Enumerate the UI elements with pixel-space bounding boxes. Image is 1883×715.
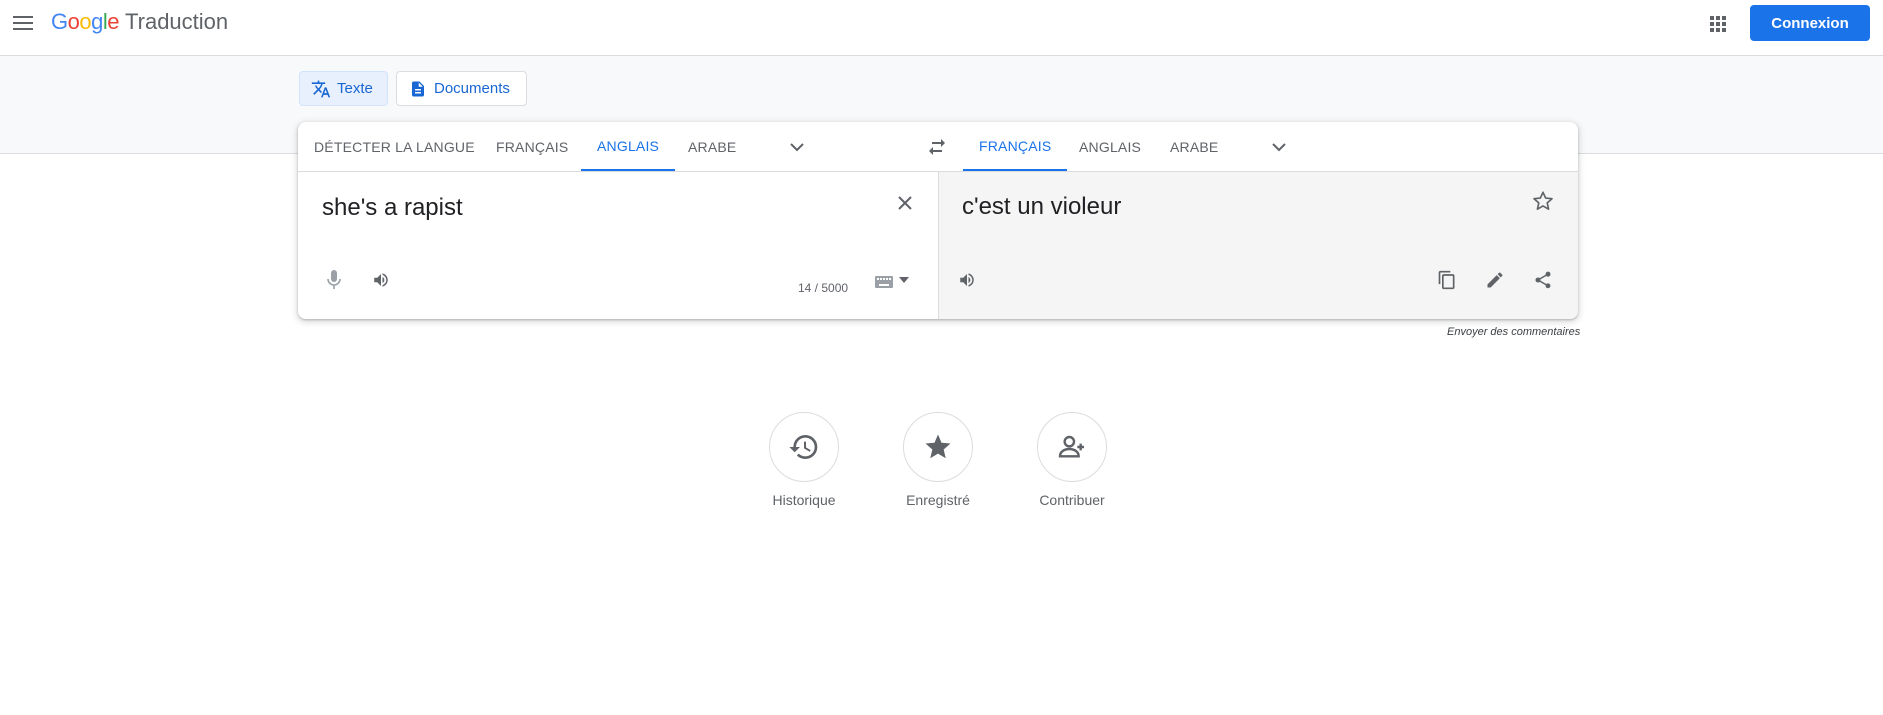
- menu-icon[interactable]: [10, 10, 36, 36]
- translation-card: DÉTECTER LA LANGUE FRANÇAIS ANGLAIS ARAB…: [298, 122, 1578, 319]
- send-feedback-link[interactable]: Envoyer des commentaires: [1447, 326, 1580, 338]
- tab-source-arabic[interactable]: ARABE: [672, 122, 752, 171]
- contribute-label: Contribuer: [1039, 492, 1105, 508]
- google-wordmark: Google: [51, 9, 120, 34]
- contribute-icon: [1037, 412, 1107, 482]
- history-icon: [769, 412, 839, 482]
- history-button[interactable]: Historique: [744, 412, 864, 508]
- tab-source-detect[interactable]: DÉTECTER LA LANGUE: [298, 122, 491, 171]
- source-listen-icon[interactable]: [367, 266, 395, 294]
- source-lang-dropdown-icon[interactable]: [784, 134, 810, 160]
- save-translation-star-icon[interactable]: [1529, 187, 1557, 215]
- swap-languages-icon[interactable]: [924, 134, 950, 160]
- clear-source-icon[interactable]: [891, 189, 919, 217]
- star-icon: [903, 412, 973, 482]
- character-count: 14 / 5000: [798, 281, 849, 295]
- saved-label: Enregistré: [906, 492, 970, 508]
- contribute-button[interactable]: Contribuer: [1012, 412, 1132, 508]
- tab-target-english[interactable]: ANGLAIS: [1063, 122, 1157, 171]
- product-name: Traduction: [125, 9, 229, 34]
- translation-output: c'est un violeur: [962, 193, 1122, 220]
- input-tools-dropdown-icon[interactable]: [894, 266, 914, 294]
- source-pane: she's a rapist 14 / 5000: [298, 172, 938, 319]
- mode-text-button[interactable]: Texte: [299, 71, 388, 106]
- apps-grid-icon[interactable]: [1705, 11, 1731, 37]
- target-listen-icon[interactable]: [953, 266, 981, 294]
- tab-source-english[interactable]: ANGLAIS: [581, 122, 676, 171]
- saved-button[interactable]: Enregistré: [878, 412, 998, 508]
- microphone-icon[interactable]: [320, 266, 348, 294]
- mode-documents-button[interactable]: Documents: [396, 71, 527, 106]
- document-icon: [408, 79, 428, 99]
- mode-documents-label: Documents: [434, 80, 510, 97]
- edit-pencil-icon[interactable]: [1481, 266, 1509, 294]
- app-header: Google Traduction Connexion: [0, 0, 1883, 56]
- tab-target-arabic[interactable]: ARABE: [1154, 122, 1234, 171]
- copy-icon[interactable]: [1433, 266, 1461, 294]
- share-icon[interactable]: [1529, 266, 1557, 294]
- target-lang-dropdown-icon[interactable]: [1266, 134, 1292, 160]
- language-bar: DÉTECTER LA LANGUE FRANÇAIS ANGLAIS ARAB…: [298, 122, 1578, 172]
- signin-button[interactable]: Connexion: [1750, 5, 1870, 41]
- target-pane: c'est un violeur: [938, 172, 1578, 319]
- tab-target-french[interactable]: FRANÇAIS: [963, 122, 1068, 171]
- translate-icon: [311, 79, 331, 99]
- mode-text-label: Texte: [337, 80, 373, 97]
- source-text-input[interactable]: she's a rapist: [322, 194, 463, 222]
- tab-source-french[interactable]: FRANÇAIS: [480, 122, 584, 171]
- history-label: Historique: [772, 492, 836, 508]
- google-translate-logo[interactable]: Google Traduction: [51, 9, 228, 35]
